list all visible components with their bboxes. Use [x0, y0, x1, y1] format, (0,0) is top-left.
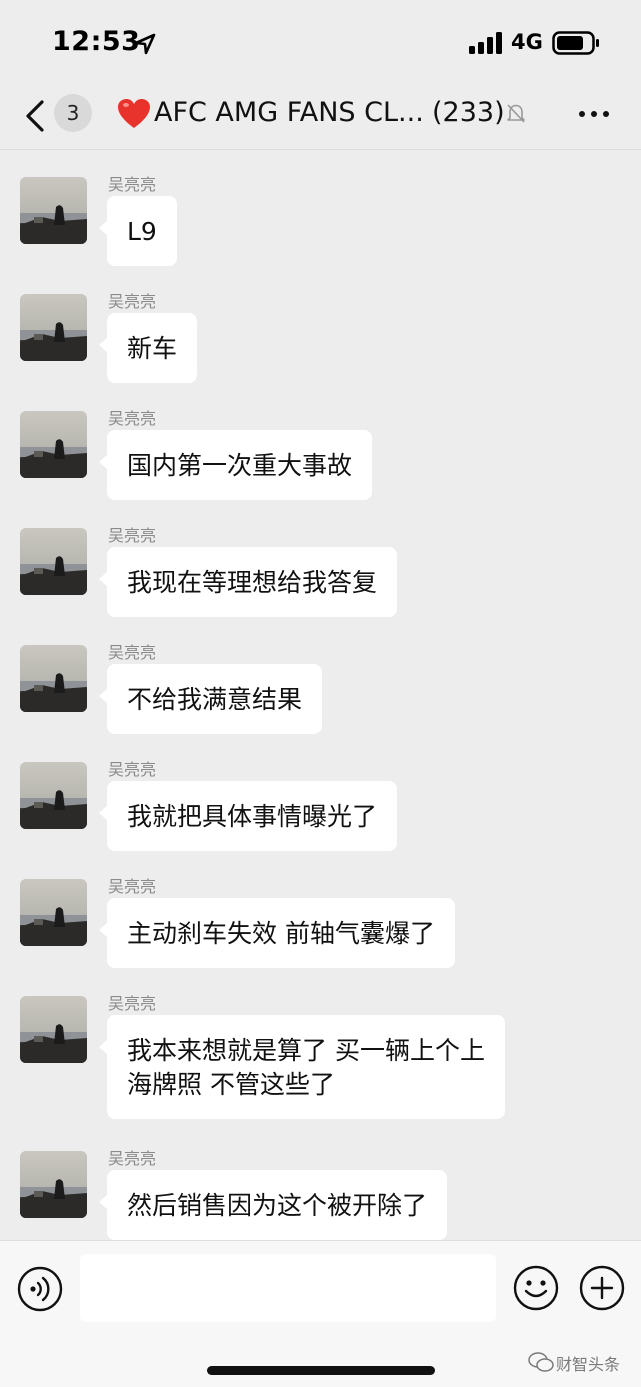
chat-header: 3 AFC AMG FANS CL... (233) — [0, 86, 641, 150]
back-chevron-icon[interactable] — [22, 98, 48, 134]
message-input[interactable] — [80, 1254, 496, 1322]
sender-avatar[interactable] — [20, 411, 87, 478]
message-text: 我现在等理想给我答复 — [127, 568, 378, 597]
sender-name: 吴亮亮 — [108, 175, 157, 194]
sender-name: 吴亮亮 — [108, 1149, 157, 1168]
sender-avatar[interactable] — [20, 1151, 87, 1218]
message-text: 主动刹车失效 前轴气囊爆了 — [127, 919, 435, 948]
sender-avatar[interactable] — [20, 879, 87, 946]
red-heart-icon — [118, 99, 150, 128]
plus-icon[interactable] — [579, 1265, 625, 1311]
unread-count-badge[interactable]: 3 — [54, 94, 92, 132]
sender-name: 吴亮亮 — [108, 643, 157, 662]
message-bubble[interactable]: 我就把具体事情曝光了 — [98, 781, 398, 851]
message-bubble[interactable]: 我现在等理想给我答复 — [98, 547, 398, 617]
message-text: 国内第一次重大事故 — [127, 451, 353, 480]
sender-name: 吴亮亮 — [108, 409, 157, 428]
battery-icon — [552, 31, 599, 55]
signal-strength-icon — [469, 32, 502, 54]
watermark: 财智头条 — [528, 1347, 628, 1377]
sender-avatar[interactable] — [20, 528, 87, 595]
wechat-logo-icon — [528, 1352, 554, 1372]
member-count: (233) — [432, 97, 505, 128]
sender-avatar[interactable] — [20, 177, 87, 244]
message-list[interactable]: 吴亮亮 L9 吴亮亮 新车 吴亮亮 国内第一次重大事故 吴亮亮 我现在等理想给我答复 吴亮亮 不给… — [0, 150, 641, 1240]
muted-bell-icon — [507, 104, 525, 123]
watermark-text: 财智头条 — [556, 1355, 621, 1374]
more-options-icon[interactable] — [576, 102, 612, 126]
input-bar: 财智头条 — [0, 1240, 641, 1387]
sender-name: 吴亮亮 — [108, 292, 157, 311]
message-text: 新车 — [127, 334, 178, 363]
message-text: 不给我满意结果 — [127, 685, 303, 714]
sender-name: 吴亮亮 — [108, 526, 157, 545]
message-bubble[interactable]: 不给我满意结果 — [98, 664, 323, 734]
network-type: 4G — [511, 30, 543, 54]
message-text: L9 — [127, 217, 157, 246]
message-bubble[interactable]: 国内第一次重大事故 — [98, 430, 373, 500]
home-indicator[interactable] — [207, 1366, 435, 1375]
message-text: 然后销售因为这个被开除了 — [127, 1191, 428, 1220]
sender-name: 吴亮亮 — [108, 877, 157, 896]
emoji-icon[interactable] — [513, 1265, 559, 1311]
message-bubble[interactable]: 然后销售因为这个被开除了 — [98, 1170, 448, 1240]
message-text: 我就把具体事情曝光了 — [127, 802, 378, 831]
message-text: 我本来想就是算了 买一辆上个上 — [127, 1036, 485, 1065]
sender-name: 吴亮亮 — [108, 994, 157, 1013]
sender-name: 吴亮亮 — [108, 760, 157, 779]
location-arrow-icon — [134, 33, 156, 55]
message-bubble[interactable]: L9 — [99, 196, 177, 266]
message-bubble[interactable]: 我本来想就是算了 买一辆上个上 海牌照 不管这些了 — [99, 1015, 505, 1119]
sender-avatar[interactable] — [20, 762, 87, 829]
status-bar: 12:53 4G — [0, 0, 641, 86]
sender-avatar[interactable] — [20, 645, 87, 712]
message-text: 海牌照 不管这些了 — [127, 1070, 335, 1099]
message-bubble[interactable]: 主动刹车失效 前轴气囊爆了 — [99, 898, 455, 968]
message-bubble[interactable]: 新车 — [98, 313, 198, 383]
status-time: 12:53 — [52, 26, 141, 57]
sender-avatar[interactable] — [20, 996, 87, 1063]
sender-avatar[interactable] — [20, 294, 87, 361]
voice-input-icon[interactable] — [17, 1266, 63, 1312]
